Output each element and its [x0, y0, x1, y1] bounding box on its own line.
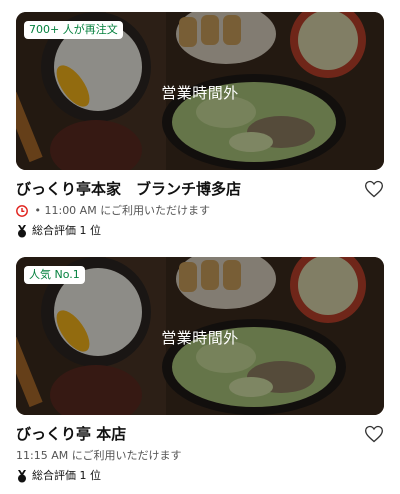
restaurant-name[interactable]: びっくり亭本家 ブランチ博多店 [16, 178, 384, 200]
availability-text: 11:00 AM にご利用いただけます [44, 204, 210, 217]
availability-row: 11:15 AM にご利用いただけます [16, 448, 384, 464]
medal-icon [18, 469, 26, 482]
closed-status-label: 営業時間外 [161, 329, 239, 347]
heart-outline-icon[interactable] [364, 424, 384, 444]
restaurant-photo[interactable]: 営業時間外 700+ 人が再注文 [16, 12, 384, 170]
separator-dot: • [31, 204, 45, 217]
restaurant-card[interactable]: 営業時間外 人気 No.1 びっくり亭 本店 11:15 AM にご利用いただけ… [16, 257, 384, 484]
closed-status-label: 営業時間外 [161, 84, 239, 102]
title-row: びっくり亭本家 ブランチ博多店 [16, 178, 384, 200]
restaurant-name[interactable]: びっくり亭 本店 [16, 423, 384, 445]
availability-text: 11:15 AM にご利用いただけます [16, 449, 182, 462]
ranking-text: 総合評価 1 位 [32, 469, 101, 482]
heart-outline-icon[interactable] [364, 179, 384, 199]
medal-icon [18, 224, 26, 237]
restaurant-list: 営業時間外 700+ 人が再注文 びっくり亭本家 ブランチ博多店 • 11:00… [0, 0, 400, 494]
ranking-row: 総合評価 1 位 [16, 468, 384, 484]
restaurant-photo[interactable]: 営業時間外 人気 No.1 [16, 257, 384, 415]
clock-icon [16, 205, 28, 217]
popularity-badge: 人気 No.1 [24, 266, 85, 284]
ranking-row: 総合評価 1 位 [16, 223, 384, 239]
ranking-text: 総合評価 1 位 [32, 224, 101, 237]
restaurant-card[interactable]: 営業時間外 700+ 人が再注文 びっくり亭本家 ブランチ博多店 • 11:00… [16, 12, 384, 239]
availability-row: • 11:00 AM にご利用いただけます [16, 203, 384, 219]
reorder-badge: 700+ 人が再注文 [24, 21, 123, 39]
title-row: びっくり亭 本店 [16, 423, 384, 445]
